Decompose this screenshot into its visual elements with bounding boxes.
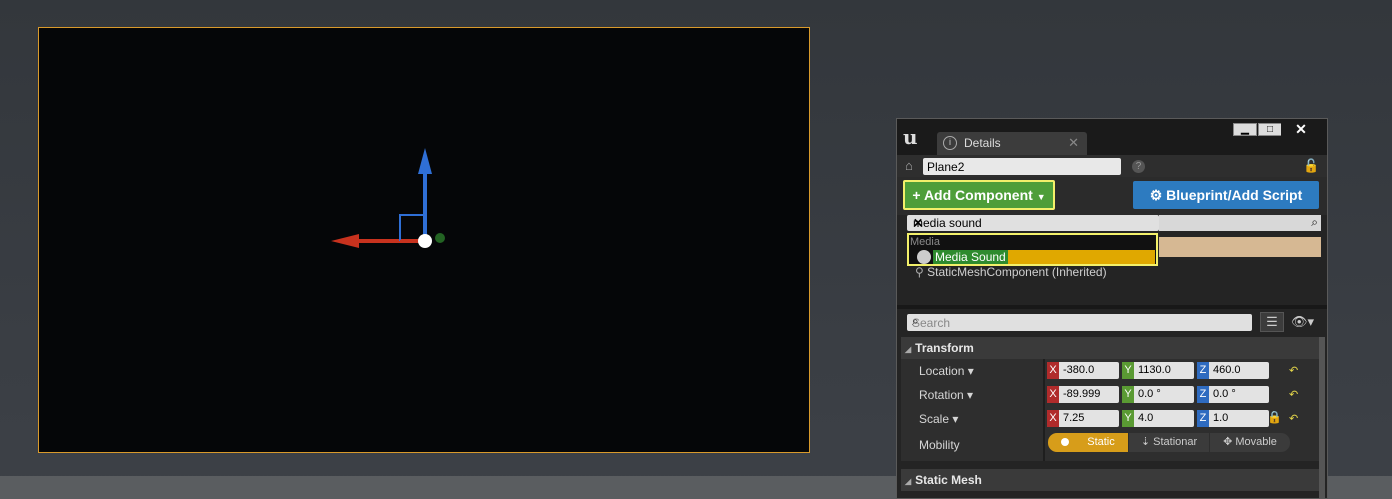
column-divider xyxy=(1043,407,1045,431)
lock-icon[interactable]: 🔓 xyxy=(1303,158,1319,174)
add-component-label: Add Component xyxy=(923,187,1033,203)
property-search-input[interactable]: Search ⌕ xyxy=(907,314,1252,331)
property-location: Location ▾ X -380.0 Y 1130.0 Z 460.0 ↶ xyxy=(901,359,1319,383)
details-scrollbar[interactable] xyxy=(1319,337,1325,498)
add-component-dropdown: Media Media Sound xyxy=(907,233,1158,266)
lock-scale-icon[interactable]: 🔒 xyxy=(1267,410,1282,424)
axis-x-label: X xyxy=(1047,362,1059,379)
axis-x-label: X xyxy=(1047,386,1059,403)
location-x-field[interactable]: -380.0 xyxy=(1059,362,1119,379)
component-tree: ⚲ StaticMeshComponent (Inherited) xyxy=(903,263,1321,303)
property-scale: Scale ▾ X 7.25 Y 4.0 Z 1.0 🔒 ↶ xyxy=(901,407,1319,431)
axis-y-label: Y xyxy=(1122,410,1134,427)
rotation-z-field[interactable]: 0.0 ° xyxy=(1209,386,1269,403)
static-icon xyxy=(1061,438,1070,447)
rotation-y-field[interactable]: 0.0 ° xyxy=(1134,386,1194,403)
search-icon: ⌕ xyxy=(1311,215,1318,229)
dropdown-item-media-sound[interactable]: Media Sound xyxy=(933,250,1155,264)
axis-x-label: X xyxy=(1047,410,1059,427)
stationary-icon: ⇣ xyxy=(1140,436,1151,448)
tree-item-label: StaticMeshComponent (Inherited) xyxy=(927,265,1107,279)
rotation-label[interactable]: Rotation ▾ xyxy=(919,388,973,402)
column-divider xyxy=(1043,359,1045,383)
scale-x-field[interactable]: 7.25 xyxy=(1059,410,1119,427)
reset-scale-icon[interactable]: ↶ xyxy=(1289,412,1298,425)
actor-icon: ⌂ xyxy=(905,158,913,173)
plus-icon: + xyxy=(912,187,921,203)
mobility-stationary-button[interactable]: ⇣ Stationar xyxy=(1129,433,1209,452)
scale-z-field[interactable]: 1.0 xyxy=(1209,410,1269,427)
dropdown-category: Media xyxy=(910,236,940,248)
axis-y-label: Y xyxy=(1122,362,1134,379)
move-icon: ✥ xyxy=(1223,436,1233,448)
chevron-down-icon: ▼ xyxy=(1036,192,1046,202)
property-mobility: Mobility Static ⇣ Stationar ✥ Movable xyxy=(901,431,1319,461)
mobility-static-label: Static xyxy=(1087,436,1115,448)
mobility-static-button[interactable]: Static xyxy=(1048,433,1128,452)
transform-gizmo[interactable] xyxy=(39,28,811,454)
details-titlebar: u i Details ✕ ▁ □ ✕ xyxy=(897,119,1327,155)
actor-name-row: ⌂ ? 🔓 xyxy=(897,155,1327,177)
minimize-button[interactable]: ▁ xyxy=(1233,123,1257,136)
scale-label[interactable]: Scale ▾ xyxy=(919,412,958,426)
gizmo-center xyxy=(418,234,432,248)
axis-z-label: Z xyxy=(1197,386,1209,403)
tab-details-label: Details xyxy=(964,136,1001,150)
close-tab-icon[interactable]: ✕ xyxy=(1068,135,1079,151)
mobility-label: Mobility xyxy=(919,438,960,452)
location-label[interactable]: Location ▾ xyxy=(919,364,974,378)
section-static-mesh-label: Static Mesh xyxy=(915,473,982,487)
component-search-box[interactable]: ⌕ xyxy=(1159,215,1321,231)
blueprint-label: Blueprint/Add Script xyxy=(1166,187,1303,203)
reset-rotation-icon[interactable]: ↶ xyxy=(1289,388,1298,401)
gizmo-z-axis[interactable] xyxy=(418,148,432,241)
static-mesh-icon: ⚲ xyxy=(915,265,924,279)
section-transform[interactable]: ◢ Transform xyxy=(901,337,1319,359)
section-static-mesh[interactable]: ◢ Static Mesh xyxy=(901,469,1319,491)
help-icon[interactable]: ? xyxy=(1132,160,1145,173)
view-options-button[interactable]: ☰ xyxy=(1260,312,1284,332)
rotation-x-field[interactable]: -89.999 xyxy=(1059,386,1119,403)
mobility-stationary-label: Stationar xyxy=(1153,436,1198,448)
actor-name-input[interactable] xyxy=(923,158,1121,175)
gears-icon: ⚙ xyxy=(1149,187,1163,203)
add-component-search-input[interactable]: media sound ✕ xyxy=(907,215,1159,231)
component-toolbar: + Add Component ▼ ⚙ Blueprint/Add Script xyxy=(897,177,1327,215)
axis-y-label: Y xyxy=(1122,386,1134,403)
section-transform-label: Transform xyxy=(915,341,974,355)
location-z-field[interactable]: 460.0 xyxy=(1209,362,1269,379)
tree-item-staticmesh[interactable]: ⚲ StaticMeshComponent (Inherited) xyxy=(915,265,1107,279)
component-row-selected[interactable] xyxy=(1159,237,1321,257)
close-window-button[interactable]: ✕ xyxy=(1281,122,1321,136)
media-sound-icon xyxy=(917,250,931,264)
column-divider xyxy=(1043,383,1045,407)
scale-y-field[interactable]: 4.0 xyxy=(1134,410,1194,427)
reset-location-icon[interactable]: ↶ xyxy=(1289,364,1298,377)
axis-z-label: Z xyxy=(1197,410,1209,427)
collapse-arrow-icon: ◢ xyxy=(905,477,912,486)
clear-search-icon[interactable]: ✕ xyxy=(913,216,1155,230)
search-icon: ⌕ xyxy=(912,314,919,328)
tab-details[interactable]: i Details ✕ xyxy=(937,132,1087,155)
blueprint-add-script-button[interactable]: ⚙ Blueprint/Add Script xyxy=(1133,181,1319,209)
eye-icon[interactable]: 👁▾ xyxy=(1291,314,1314,330)
axis-z-label: Z xyxy=(1197,362,1209,379)
unreal-logo-icon: u xyxy=(903,125,918,149)
collapse-arrow-icon: ◢ xyxy=(905,345,912,354)
mobility-movable-button[interactable]: ✥ Movable xyxy=(1210,433,1290,452)
add-component-button[interactable]: + Add Component ▼ xyxy=(903,180,1055,210)
details-panel: u i Details ✕ ▁ □ ✕ ⌂ ? 🔓 + Add Componen… xyxy=(896,118,1328,499)
selected-plane-actor[interactable] xyxy=(38,27,810,453)
mobility-movable-label: Movable xyxy=(1235,436,1277,448)
dropdown-item-label: Media Sound xyxy=(933,250,1008,264)
info-icon: i xyxy=(943,136,957,150)
divider xyxy=(897,305,1327,309)
gizmo-y-handle xyxy=(435,233,445,243)
property-rotation: Rotation ▾ X -89.999 Y 0.0 ° Z 0.0 ° ↶ xyxy=(901,383,1319,407)
location-y-field[interactable]: 1130.0 xyxy=(1134,362,1194,379)
maximize-button[interactable]: □ xyxy=(1258,123,1282,136)
column-divider xyxy=(1043,431,1045,461)
